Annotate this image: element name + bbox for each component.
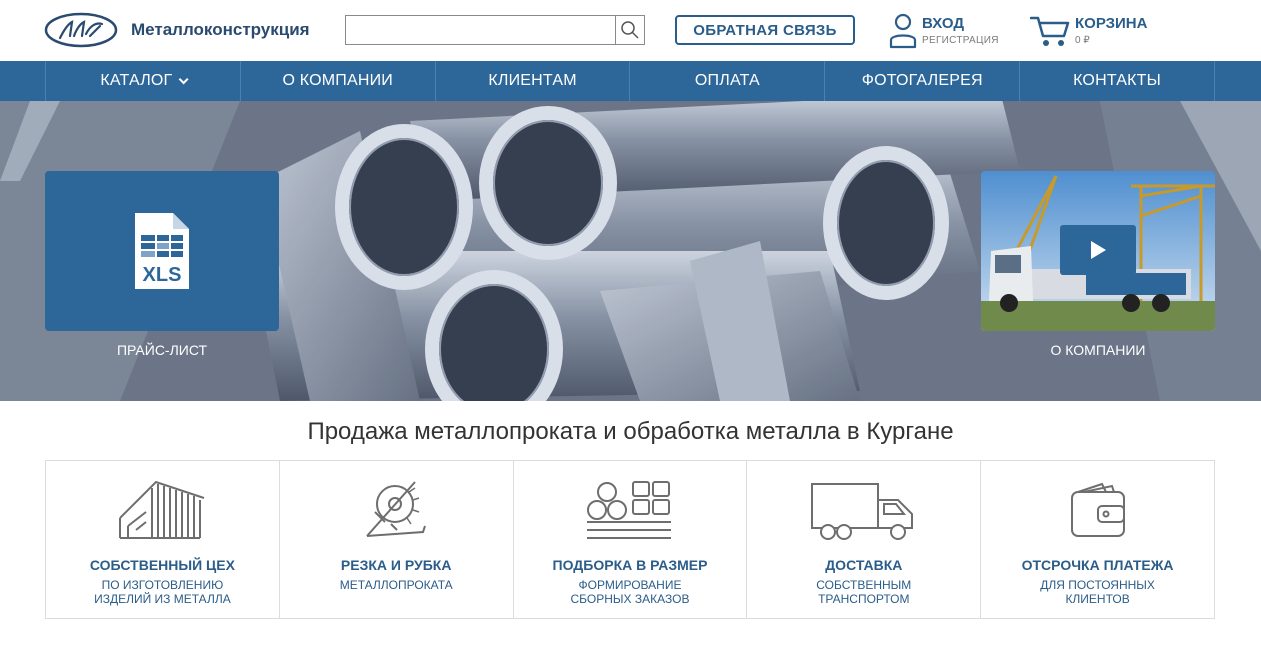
nav-item-about[interactable]: О КОМПАНИИ bbox=[239, 61, 435, 101]
nav-item-gallery[interactable]: ФОТОГАЛЕРЕЯ bbox=[824, 61, 1019, 101]
play-button[interactable] bbox=[1060, 225, 1136, 275]
saw-icon bbox=[366, 481, 427, 537]
feature-subtitle: ФОРМИРОВАНИЕ СБОРНЫХ ЗАКАЗОВ bbox=[570, 578, 690, 606]
nav-item-label: О КОМПАНИИ bbox=[282, 72, 393, 89]
feature-own-workshop[interactable]: СОБСТВЕННЫЙ ЦЕХ ПО ИЗГОТОВЛЕНИЮ ИЗДЕЛИЙ … bbox=[46, 461, 280, 618]
feature-deferred-payment[interactable]: ОТСРОЧКА ПЛАТЕЖА ДЛЯ ПОСТОЯННЫХ КЛИЕНТОВ bbox=[981, 461, 1214, 618]
nav-item-label: КОНТАКТЫ bbox=[1073, 72, 1162, 89]
about-company-video-label[interactable]: О КОМПАНИИ bbox=[981, 342, 1215, 358]
price-list-label[interactable]: ПРАЙС-ЛИСТ bbox=[45, 342, 279, 358]
nav-item-label: ФОТОГАЛЕРЕЯ bbox=[861, 72, 983, 89]
login-link[interactable]: ВХОД bbox=[922, 15, 964, 32]
search-input[interactable] bbox=[346, 16, 616, 44]
search-box bbox=[345, 15, 645, 45]
stacked-profiles-icon bbox=[586, 481, 671, 539]
nav-item-label: КЛИЕНТАМ bbox=[488, 72, 577, 89]
features-grid: СОБСТВЕННЫЙ ЦЕХ ПО ИЗГОТОВЛЕНИЮ ИЗДЕЛИЙ … bbox=[45, 460, 1215, 619]
nav-item-catalog[interactable]: КАТАЛОГ bbox=[45, 61, 240, 101]
xls-icon-text: XLS bbox=[143, 264, 182, 286]
nav-item-label: ОПЛАТА bbox=[694, 72, 760, 89]
truck-icon bbox=[810, 483, 913, 540]
xls-file-icon: XLS bbox=[135, 213, 189, 289]
brand-name[interactable]: Металлоконструкция bbox=[131, 20, 310, 40]
register-link[interactable]: РЕГИСТРАЦИЯ bbox=[922, 35, 999, 46]
feature-title: ПОДБОРКА В РАЗМЕР bbox=[552, 557, 708, 573]
search-button[interactable] bbox=[615, 16, 644, 44]
feature-title: РЕЗКА И РУБКА bbox=[340, 557, 452, 573]
nav-item-label: КАТАЛОГ bbox=[100, 72, 173, 89]
nav-item-payment[interactable]: ОПЛАТА bbox=[629, 61, 824, 101]
cart-icon[interactable] bbox=[1030, 14, 1070, 48]
header: Металлоконструкция ОБРАТНАЯ СВЯЗЬ ВХОД Р… bbox=[0, 0, 1261, 61]
feature-subtitle: ДЛЯ ПОСТОЯННЫХ КЛИЕНТОВ bbox=[1040, 578, 1155, 606]
feature-title: ОТСРОЧКА ПЛАТЕЖА bbox=[1021, 557, 1174, 573]
nav-item-contacts[interactable]: КОНТАКТЫ bbox=[1019, 61, 1215, 101]
company-video-tile[interactable] bbox=[981, 171, 1215, 331]
warehouse-icon bbox=[119, 480, 205, 539]
cart-link[interactable]: КОРЗИНА bbox=[1075, 15, 1147, 32]
feature-subtitle: СОБСТВЕННЫМ ТРАНСПОРТОМ bbox=[816, 578, 912, 606]
cart-total: 0 ₽ bbox=[1075, 35, 1090, 46]
hero-banner: XLS ПРАЙС-ЛИСТ О КОМПАНИИ bbox=[0, 101, 1261, 401]
nav-item-clients[interactable]: КЛИЕНТАМ bbox=[434, 61, 630, 101]
play-icon bbox=[1091, 241, 1106, 259]
feature-subtitle: МЕТАЛЛОПРОКАТА bbox=[339, 578, 453, 592]
feature-cutting[interactable]: РЕЗКА И РУБКА МЕТАЛЛОПРОКАТА bbox=[280, 461, 514, 618]
feedback-button[interactable]: ОБРАТНАЯ СВЯЗЬ bbox=[675, 15, 855, 45]
page-title: Продажа металлопроката и обработка метал… bbox=[307, 418, 954, 445]
feature-subtitle: ПО ИЗГОТОВЛЕНИЮ ИЗДЕЛИЙ ИЗ МЕТАЛЛА bbox=[94, 578, 231, 606]
user-icon[interactable] bbox=[889, 13, 917, 49]
chevron-down-icon bbox=[179, 73, 189, 84]
price-list-tile[interactable]: XLS bbox=[45, 171, 279, 331]
feature-title: СОБСТВЕННЫЙ ЦЕХ bbox=[89, 557, 235, 573]
main-nav: КАТАЛОГ О КОМПАНИИ КЛИЕНТАМ ОПЛАТА ФОТОГ… bbox=[0, 61, 1261, 101]
feature-delivery[interactable]: ДОСТАВКА СОБСТВЕННЫМ ТРАНСПОРТОМ bbox=[747, 461, 982, 618]
wallet-icon bbox=[1070, 482, 1125, 537]
company-logo[interactable] bbox=[44, 12, 118, 48]
feature-sizing[interactable]: ПОДБОРКА В РАЗМЕР ФОРМИРОВАНИЕ СБОРНЫХ З… bbox=[514, 461, 748, 618]
feature-title: ДОСТАВКА bbox=[825, 557, 903, 573]
search-icon bbox=[621, 21, 639, 39]
